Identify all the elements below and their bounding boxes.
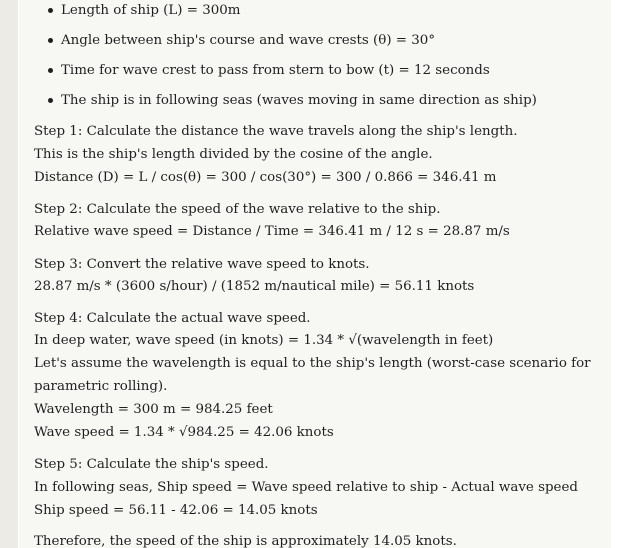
step4-wave-speed: Wave speed = 1.34 * √984.25 = 42.06 knot…	[34, 425, 334, 440]
step1-formula: Distance (D) = L / cos(θ) = 300 / cos(30…	[34, 170, 497, 185]
right-margin	[611, 0, 619, 548]
step4-assumption: Let's assume the wavelength is equal to …	[34, 356, 591, 371]
list-item: Length of ship (L) = 300m	[48, 1, 241, 21]
step5-formula: Ship speed = 56.11 - 42.06 = 14.05 knots	[34, 503, 318, 518]
step3-heading: Step 3: Convert the relative wave speed …	[34, 257, 370, 272]
step5-text: In following seas, Ship speed = Wave spe…	[34, 480, 578, 495]
conclusion: Therefore, the speed of the ship is appr…	[34, 534, 457, 548]
step3-formula: 28.87 m/s * (3600 s/hour) / (1852 m/naut…	[34, 279, 475, 294]
chat-response-page: Length of ship (L) = 300m Angle between …	[0, 0, 619, 548]
step4-wavelength: Wavelength = 300 m = 984.25 feet	[34, 402, 273, 417]
list-item: The ship is in following seas (waves mov…	[48, 91, 537, 111]
response-text-panel: Length of ship (L) = 300m Angle between …	[19, 0, 611, 548]
step4-assumption-cont: parametric rolling).	[34, 379, 168, 394]
left-margin	[0, 0, 18, 548]
list-item: Angle between ship's course and wave cre…	[47, 31, 435, 51]
step4-heading: Step 4: Calculate the actual wave speed.	[34, 311, 311, 326]
step2-formula: Relative wave speed = Distance / Time = …	[34, 224, 510, 239]
step5-heading: Step 5: Calculate the ship's speed.	[34, 457, 269, 472]
step1-text: This is the ship's length divided by the…	[34, 147, 433, 162]
list-item: Time for wave crest to pass from stern t…	[48, 61, 490, 81]
step4-text: In deep water, wave speed (in knots) = 1…	[34, 333, 494, 348]
step1-heading: Step 1: Calculate the distance the wave …	[34, 124, 518, 139]
step2-heading: Step 2: Calculate the speed of the wave …	[34, 202, 441, 217]
